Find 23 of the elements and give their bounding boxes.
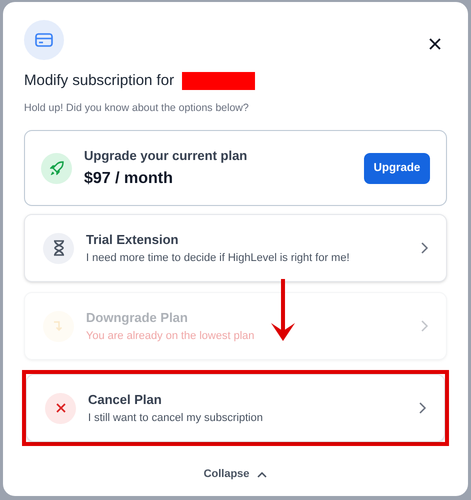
option-title: Trial Extension	[86, 231, 180, 250]
upgrade-button[interactable]: Upgrade	[364, 152, 430, 184]
card-icon	[24, 20, 64, 60]
chevron-right-icon	[420, 242, 428, 254]
option-description: I need more time to decide if HighLevel is right for me!	[86, 251, 351, 266]
close-button[interactable]	[429, 38, 441, 50]
upgrade-price: $97 / month	[84, 169, 174, 189]
upgrade-title: Upgrade your current plan	[84, 146, 248, 165]
hourglass-icon	[43, 232, 74, 264]
rocket-icon	[41, 152, 72, 184]
option-title: Cancel Plan	[88, 391, 163, 410]
option-title: Downgrade Plan	[86, 309, 189, 328]
option-card[interactable]: Trial Extension I need more time to decide if HighLevel is right for me!	[24, 214, 447, 282]
collapse-button[interactable]: Collapse	[204, 466, 268, 483]
option-description: You are already on the lowest plan	[86, 329, 256, 344]
close-icon	[429, 38, 441, 50]
dialog-subtitle: Hold up! Did you know about the options below?	[24, 100, 250, 116]
chevron-right-icon	[418, 402, 426, 414]
chevron-right-icon	[420, 320, 428, 332]
option-card[interactable]: Cancel Plan I still want to cancel my subscription	[26, 374, 445, 442]
dialog-title: Modify subscription for	[24, 71, 174, 91]
option-description: I still want to cancel my subscription	[88, 411, 264, 426]
close-icon	[45, 392, 76, 424]
